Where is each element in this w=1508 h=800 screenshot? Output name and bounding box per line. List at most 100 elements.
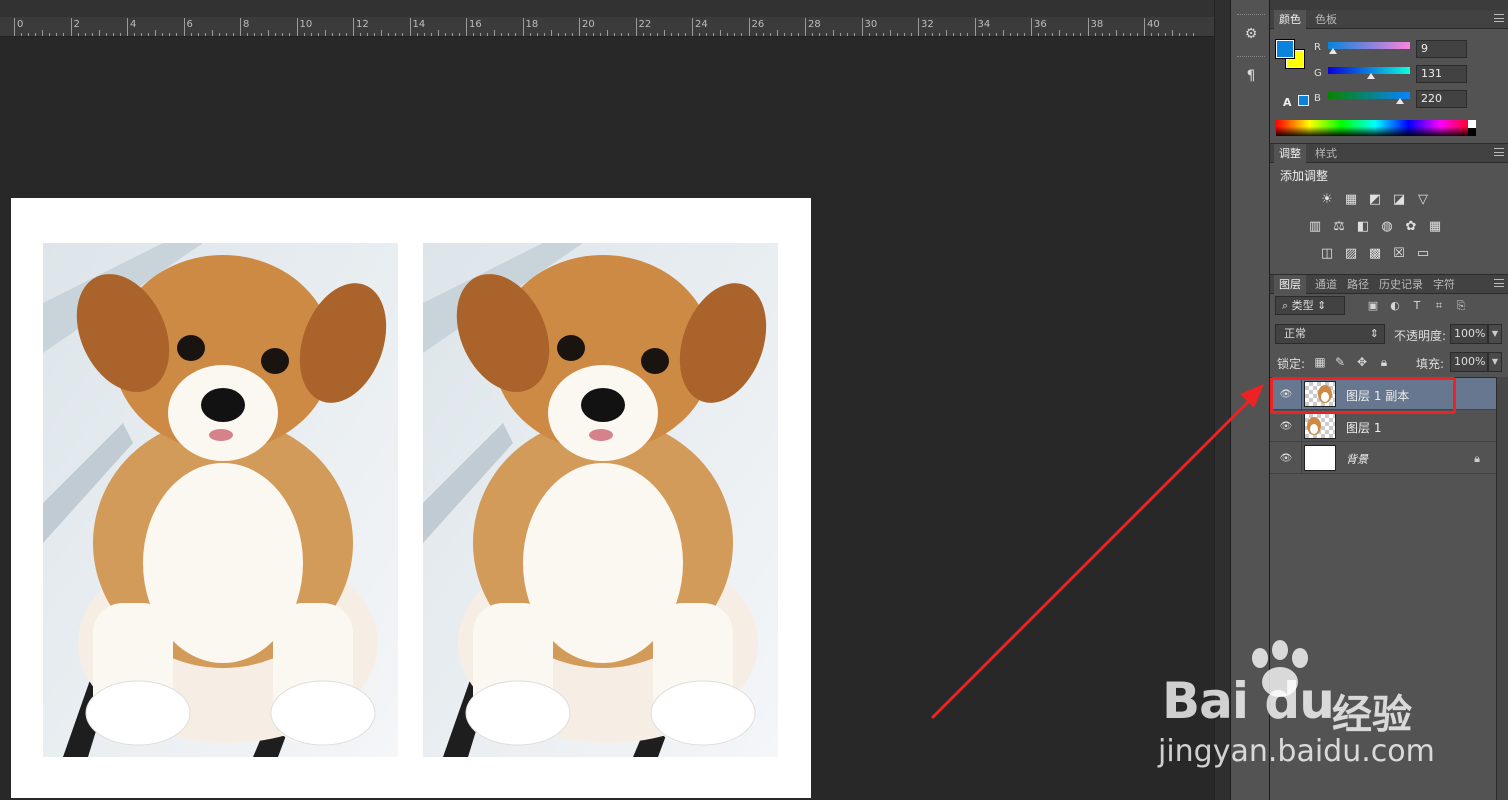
properties-panel-icon[interactable]: ⚙ xyxy=(1239,22,1263,46)
visibility-toggle[interactable]: 👁︎ xyxy=(1270,410,1302,442)
vibrance-icon[interactable]: ▽ xyxy=(1414,191,1432,207)
invert-icon[interactable]: ◫ xyxy=(1318,245,1336,261)
ruler-minor-tick xyxy=(148,33,150,36)
visibility-toggle[interactable]: 👁︎ xyxy=(1270,442,1302,474)
ruler-major-tick xyxy=(692,18,693,36)
foreground-color-swatch[interactable] xyxy=(1276,40,1294,58)
color-spectrum-bar[interactable] xyxy=(1276,120,1474,136)
ruler-major-tick xyxy=(466,18,467,36)
layers-scrollbar[interactable] xyxy=(1496,377,1508,800)
ruler-minor-tick xyxy=(1066,33,1068,36)
threshold-icon[interactable]: ▩ xyxy=(1366,245,1384,261)
layer-filter-select[interactable]: ⌕ 类型 ⇕ xyxy=(1275,296,1345,315)
gamut-warning-icon[interactable]: A xyxy=(1283,96,1292,109)
strip-grip[interactable] xyxy=(1237,56,1265,59)
ruler-minor-tick xyxy=(451,33,453,36)
opacity-dropdown-icon[interactable]: ▼ xyxy=(1488,324,1502,344)
ruler-minor-tick xyxy=(458,33,460,36)
layer-name[interactable]: 图层 1 xyxy=(1346,419,1381,436)
dock-top-bar[interactable] xyxy=(1270,0,1508,10)
exposure-icon[interactable]: ◪ xyxy=(1390,191,1408,207)
panel-menu-icon[interactable] xyxy=(1494,148,1504,156)
puppy-image-right[interactable] xyxy=(423,243,778,757)
g-value-field[interactable]: 131 xyxy=(1416,65,1467,83)
tab-paths[interactable]: 路径 xyxy=(1342,275,1374,294)
ruler-minor-tick xyxy=(1108,33,1110,36)
ruler-minor-tick xyxy=(487,33,489,36)
channel-mixer-icon[interactable]: ✿ xyxy=(1402,218,1420,234)
lock-image-brush-icon[interactable]: ✎ xyxy=(1333,355,1347,369)
r-slider[interactable] xyxy=(1328,42,1410,49)
tab-color[interactable]: 颜色 xyxy=(1274,10,1306,29)
ruler-major-tick xyxy=(805,18,806,36)
document-canvas[interactable] xyxy=(11,198,811,798)
r-slider-thumb[interactable] xyxy=(1329,48,1337,54)
black-white-icon[interactable]: ◧ xyxy=(1354,218,1372,234)
black-white-swatch[interactable] xyxy=(1468,120,1476,136)
panel-menu-icon[interactable] xyxy=(1494,14,1504,22)
lock-all-icon[interactable]: 🔒︎ xyxy=(1377,355,1391,369)
eye-icon[interactable]: 👁︎ xyxy=(1280,452,1293,464)
posterize-icon[interactable]: ▨ xyxy=(1342,245,1360,261)
ruler-minor-tick xyxy=(338,33,340,36)
ruler-minor-tick xyxy=(430,33,432,36)
ruler-minor-tick xyxy=(783,33,785,36)
levels-icon[interactable]: ▦ xyxy=(1342,191,1360,207)
ruler-minor-tick xyxy=(63,33,65,36)
ruler-minor-tick xyxy=(536,33,538,36)
blend-mode-select[interactable]: 正常 ⇕ xyxy=(1275,324,1385,344)
brightness-icon[interactable]: ☀ xyxy=(1318,191,1336,207)
fill-field[interactable]: 100% xyxy=(1450,352,1488,372)
tab-character[interactable]: 字符 xyxy=(1428,275,1460,294)
ruler-major-tick xyxy=(748,18,750,36)
b-value-field[interactable]: 220 xyxy=(1416,90,1467,108)
fill-label: 填充: xyxy=(1416,357,1445,371)
layer-row-background[interactable]: 👁︎ 背景 🔒︎ xyxy=(1270,442,1496,474)
adjustment-filter-icon[interactable]: ◐ xyxy=(1387,298,1403,313)
curves-icon[interactable]: ◩ xyxy=(1366,191,1384,207)
tab-layers[interactable]: 图层 xyxy=(1274,275,1306,294)
tab-styles[interactable]: 样式 xyxy=(1310,144,1342,163)
lock-position-icon[interactable]: ✥ xyxy=(1355,355,1369,369)
ruler-minor-tick xyxy=(1045,33,1047,36)
ruler-minor-tick xyxy=(508,33,510,36)
paragraph-panel-icon[interactable]: ¶ xyxy=(1239,64,1263,88)
tab-history[interactable]: 历史记录 xyxy=(1374,275,1428,294)
panel-menu-icon[interactable] xyxy=(1494,279,1504,287)
eye-icon[interactable]: 👁︎ xyxy=(1280,420,1293,432)
lock-transparent-icon[interactable]: ▦ xyxy=(1313,355,1327,369)
ruler-major-tick xyxy=(240,18,241,36)
layer-row-1[interactable]: 👁︎ 图层 1 xyxy=(1270,410,1496,442)
ruler-minor-tick xyxy=(1151,33,1153,36)
fill-dropdown-icon[interactable]: ▼ xyxy=(1488,352,1502,372)
ruler-minor-tick xyxy=(169,33,171,36)
smart-object-filter-icon[interactable]: ⎘ xyxy=(1453,298,1469,313)
tab-channels[interactable]: 通道 xyxy=(1310,275,1342,294)
selective-color-icon[interactable]: ☒ xyxy=(1390,245,1408,261)
ruler-minor-tick xyxy=(473,33,475,36)
tab-adjustments[interactable]: 调整 xyxy=(1274,144,1306,163)
canvas-workarea[interactable]: 0 2 4 6 8 10 12 14 16 18 20 22 24 26 28 30 32 34 36 38 40 xyxy=(0,0,1214,800)
r-value-field[interactable]: 9 xyxy=(1416,40,1467,58)
shape-filter-icon[interactable]: ⌗ xyxy=(1431,298,1447,313)
websafe-color-swatch[interactable] xyxy=(1298,95,1309,106)
ruler-minor-tick xyxy=(416,33,418,36)
b-slider-thumb[interactable] xyxy=(1396,98,1404,104)
ruler-label: 0 xyxy=(17,19,24,30)
g-slider-thumb[interactable] xyxy=(1367,73,1375,79)
opacity-field[interactable]: 100% xyxy=(1450,324,1488,344)
photo-filter-icon[interactable]: ◍ xyxy=(1378,218,1396,234)
ruler-minor-tick xyxy=(1136,33,1138,36)
hue-saturation-icon[interactable]: ▥ xyxy=(1306,218,1324,234)
type-filter-icon[interactable]: T xyxy=(1409,298,1425,313)
puppy-image-left[interactable] xyxy=(43,243,398,757)
gradient-map-icon[interactable]: ▭ xyxy=(1414,245,1432,261)
ruler-label: 30 xyxy=(864,19,878,30)
layer-name[interactable]: 背景 xyxy=(1346,451,1368,467)
strip-grip[interactable] xyxy=(1237,14,1265,17)
horizontal-ruler[interactable]: 0 2 4 6 8 10 12 14 16 18 20 22 24 26 28 30 32 34 36 38 40 xyxy=(0,17,1214,37)
color-balance-icon[interactable]: ⚖ xyxy=(1330,218,1348,234)
tab-swatches[interactable]: 色板 xyxy=(1310,10,1342,29)
color-lookup-icon[interactable]: ▦ xyxy=(1426,218,1444,234)
pixel-filter-icon[interactable]: ▣ xyxy=(1365,298,1381,313)
